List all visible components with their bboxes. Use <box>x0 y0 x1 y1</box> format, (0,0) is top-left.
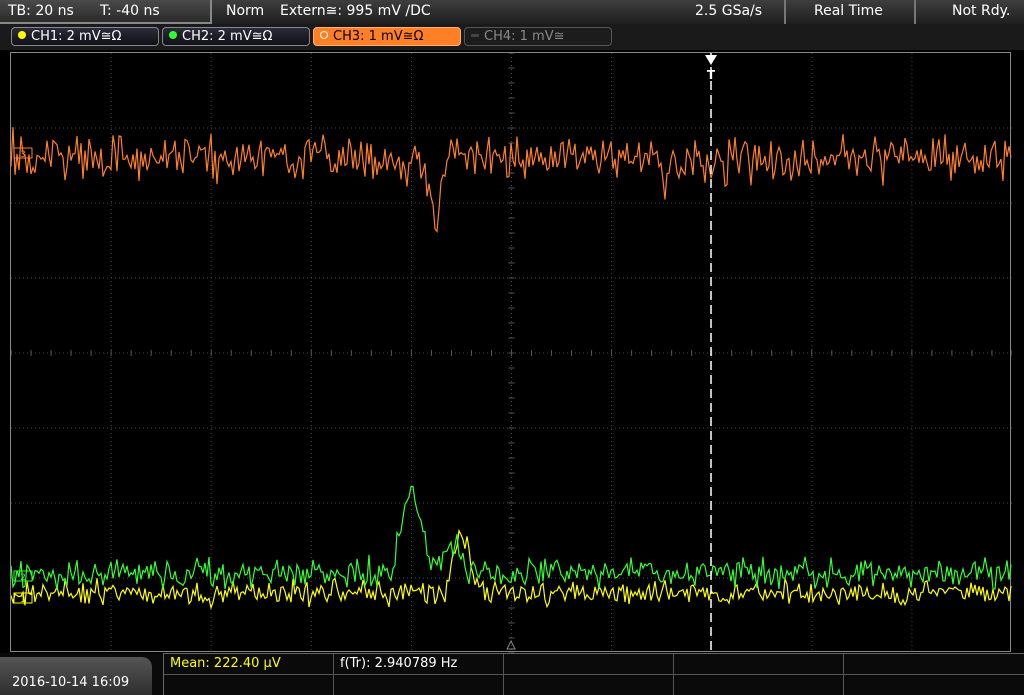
horizontal-position-icon[interactable] <box>506 639 516 650</box>
measurement-slot[interactable] <box>164 675 334 695</box>
divider <box>784 0 786 24</box>
channel-4-tab[interactable]: CH4: 1 mV≅ <box>464 27 612 46</box>
status-bar: TB: 20 ns T: -40 ns Norm Extern≅: 995 mV… <box>0 0 1024 25</box>
channel-2-tab[interactable]: CH2: 2 mV≅Ω <box>162 27 310 46</box>
oscilloscope-screen: TB: 20 ns T: -40 ns Norm Extern≅: 995 mV… <box>0 0 1024 695</box>
channel-4-indicator-icon <box>471 34 479 37</box>
measurement-slot[interactable] <box>504 675 674 695</box>
acquisition-mode[interactable]: Real Time <box>814 3 883 19</box>
measurement-slot[interactable] <box>504 654 674 675</box>
measurement-table: Mean: 222.40 µV f(Tr): 2.940789 Hz <box>163 653 1024 695</box>
channel-1-indicator-icon <box>18 31 26 39</box>
channel-2-label: CH2: 2 mV≅Ω <box>182 29 273 44</box>
datetime-box: 2016-10-14 16:09 <box>0 657 152 695</box>
frequency-value: f(Tr): 2.940789 Hz <box>340 656 458 671</box>
measurement-slot[interactable] <box>674 675 844 695</box>
traces-layer: T 3 2 1 <box>11 53 1012 653</box>
channel-2-indicator-icon <box>169 31 177 39</box>
channel-3-label: CH3: 1 mV≅Ω <box>333 29 424 44</box>
sample-rate[interactable]: 2.5 GSa/s <box>695 3 762 19</box>
channel-2-trace <box>11 485 1012 590</box>
measurement-slot[interactable] <box>334 675 504 695</box>
timebase-box[interactable]: TB: 20 ns T: -40 ns <box>0 0 212 24</box>
run-status[interactable]: Not Rdy. <box>952 3 1010 19</box>
channel-1-label: CH1: 2 mV≅Ω <box>31 29 122 44</box>
channel-3-trace <box>11 127 1012 234</box>
trigger-source[interactable]: Extern≅: 995 mV ∕DC <box>280 3 431 19</box>
measurement-slot[interactable] <box>844 675 1024 695</box>
measurement-slot[interactable] <box>674 654 844 675</box>
trigger-mode[interactable]: Norm <box>226 3 264 19</box>
channel-1-marker-label: 1 <box>20 595 26 605</box>
mean-measurement[interactable]: Mean: 222.40 µV <box>164 654 334 675</box>
trigger-arrow-icon[interactable] <box>705 55 717 65</box>
waveform-display[interactable]: T 3 2 1 <box>10 52 1012 653</box>
channel-bar: CH1: 2 mV≅Ω CH2: 2 mV≅Ω CH3: 1 mV≅Ω CH4:… <box>0 24 1024 50</box>
divider <box>914 0 916 24</box>
channel-1-tab[interactable]: CH1: 2 mV≅Ω <box>11 27 159 46</box>
measurement-bar: 2016-10-14 16:09 Mean: 222.40 µV f(Tr): … <box>0 653 1024 695</box>
channel-3-indicator-icon <box>320 31 328 39</box>
channel-3-marker-label: 3 <box>20 150 26 160</box>
datetime: 2016-10-14 16:09 <box>12 675 130 690</box>
channel-1-trace <box>11 528 1012 610</box>
timebase-value: TB: 20 ns <box>8 3 74 19</box>
trigger-marker-label: T <box>707 68 716 82</box>
channel-2-marker-label: 2 <box>20 573 26 583</box>
channel-4-label: CH4: 1 mV≅ <box>484 29 565 44</box>
channel-3-tab[interactable]: CH3: 1 mV≅Ω <box>313 27 461 46</box>
mean-value: Mean: 222.40 µV <box>170 656 281 671</box>
frequency-measurement[interactable]: f(Tr): 2.940789 Hz <box>334 654 504 675</box>
measurement-slot[interactable] <box>844 654 1024 675</box>
trigger-offset-value: T: -40 ns <box>100 3 160 19</box>
